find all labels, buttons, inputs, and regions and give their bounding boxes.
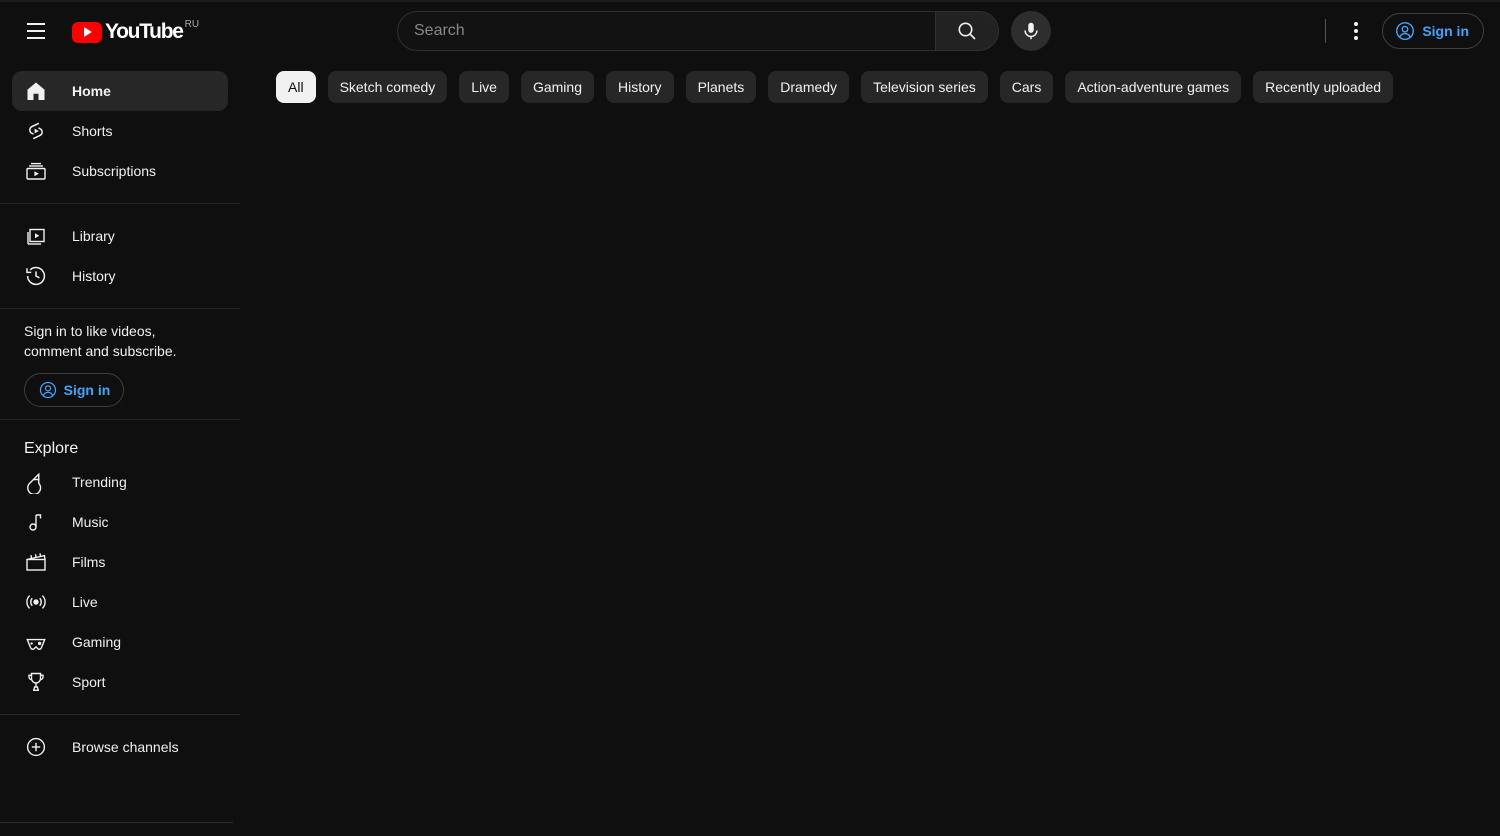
header-center-group: [250, 10, 1250, 51]
sidebar-item-label: Music: [72, 514, 109, 530]
explore-section-title: Explore: [24, 440, 79, 457]
sidebar-item-label: Sport: [72, 674, 106, 690]
sidebar-bottom-divider: [0, 822, 233, 823]
filter-chip[interactable]: Gaming: [520, 71, 594, 103]
sidebar-item-library[interactable]: Library: [12, 216, 228, 256]
hamburger-line: [27, 22, 45, 25]
shorts-icon: [24, 119, 48, 143]
sign-in-button-header[interactable]: Sign in: [1382, 12, 1484, 49]
sidebar-item-browse-channels[interactable]: Browse channels: [12, 727, 228, 767]
sidebar-item-label: Shorts: [72, 123, 113, 139]
more-vertical-icon[interactable]: [1336, 11, 1376, 51]
sign-in-promo-text: Sign in to like videos, comment and subs…: [24, 323, 177, 359]
filter-chip[interactable]: Cars: [999, 71, 1054, 103]
history-icon: [24, 264, 48, 288]
sign-in-promo: Sign in to like videos, comment and subs…: [0, 321, 240, 407]
plus-circle-icon: [24, 735, 48, 759]
sidebar-item-label: History: [72, 268, 116, 284]
header-divider: [1325, 18, 1327, 43]
microphone-icon[interactable]: [1011, 10, 1051, 51]
search-form: [397, 10, 999, 51]
sign-in-button-sidebar[interactable]: Sign in: [24, 373, 124, 407]
sidebar-divider: [0, 419, 240, 420]
logo-wordmark: YouTube: [105, 19, 184, 43]
sidebar-item-label: Live: [72, 594, 98, 610]
sidebar-item-music[interactable]: Music: [12, 502, 228, 542]
sidebar-item-label: Trending: [72, 474, 127, 490]
sidebar-item-label: Library: [72, 228, 115, 244]
sidebar-item-history[interactable]: History: [12, 256, 228, 296]
gamepad-icon: [24, 630, 48, 654]
trophy-icon: [24, 670, 48, 694]
search-input[interactable]: [414, 21, 935, 40]
filter-chip[interactable]: Dramedy: [768, 71, 850, 103]
account-circle-icon: [39, 381, 56, 399]
sidebar-item-gaming[interactable]: Gaming: [12, 622, 228, 662]
top-header-bar: YouTube RU Search Sign in: [0, 0, 1500, 59]
sidebar-item-live[interactable]: Live: [12, 582, 228, 622]
filter-chip[interactable]: Sketch comedy: [327, 71, 448, 103]
sidebar-item-label: Films: [72, 554, 106, 570]
account-circle-icon: [1396, 21, 1415, 40]
video-grid-area: [240, 115, 1500, 836]
hamburger-line: [27, 36, 45, 39]
filter-chips-bar: All Sketch comedy Live Gaming History Pl…: [240, 59, 1500, 115]
library-icon: [24, 224, 48, 248]
sign-in-label: Sign in: [63, 382, 111, 398]
logo-country-code: RU: [184, 18, 200, 30]
search-icon[interactable]: [935, 10, 999, 51]
kebab-dot: [1354, 21, 1359, 26]
filter-chip[interactable]: History: [606, 71, 674, 103]
header-left-group: YouTube RU: [0, 11, 250, 51]
sidebar-divider: [0, 308, 240, 309]
sidebar-item-home[interactable]: Home: [12, 71, 228, 111]
sidebar-item-sport[interactable]: Sport: [12, 662, 228, 702]
sidebar-navigation: Home Shorts Subscriptions Library Histor…: [0, 59, 240, 836]
filter-chip[interactable]: Recently uploaded: [1253, 71, 1394, 103]
filter-chip[interactable]: Television series: [861, 71, 988, 103]
sidebar-item-label: Gaming: [72, 634, 122, 650]
sign-in-label: Sign in: [1422, 22, 1469, 39]
filter-chip[interactable]: Planets: [685, 71, 757, 103]
sidebar-item-trending[interactable]: Trending: [12, 462, 228, 502]
header-right-group: Sign in: [1250, 11, 1500, 51]
youtube-logo[interactable]: YouTube RU: [72, 18, 199, 44]
sidebar-item-label: Subscriptions: [72, 163, 157, 179]
music-note-icon: [24, 510, 48, 534]
sidebar-item-label: Home: [72, 83, 111, 99]
film-clapperboard-icon: [24, 550, 48, 574]
filter-chip[interactable]: Live: [459, 71, 509, 103]
search-box[interactable]: [397, 10, 935, 51]
sidebar-item-shorts[interactable]: Shorts: [12, 111, 228, 151]
sidebar-item-label: Browse channels: [72, 739, 179, 755]
hamburger-menu-icon[interactable]: [16, 11, 56, 51]
live-broadcast-icon: [24, 590, 48, 614]
filter-chip[interactable]: All: [276, 71, 316, 103]
sidebar-item-films[interactable]: Films: [12, 542, 228, 582]
youtube-play-icon: [72, 21, 102, 43]
sidebar-divider: [0, 714, 240, 715]
home-icon: [24, 79, 48, 103]
trending-icon: [24, 470, 48, 494]
sidebar-divider: [0, 203, 240, 204]
hamburger-line: [27, 29, 45, 32]
kebab-dot: [1354, 35, 1359, 40]
subscriptions-icon: [24, 159, 48, 183]
sidebar-item-subscriptions[interactable]: Subscriptions: [12, 151, 228, 191]
play-triangle: [84, 27, 92, 37]
kebab-dot: [1354, 28, 1359, 33]
filter-chip[interactable]: Action-adventure games: [1065, 71, 1242, 103]
